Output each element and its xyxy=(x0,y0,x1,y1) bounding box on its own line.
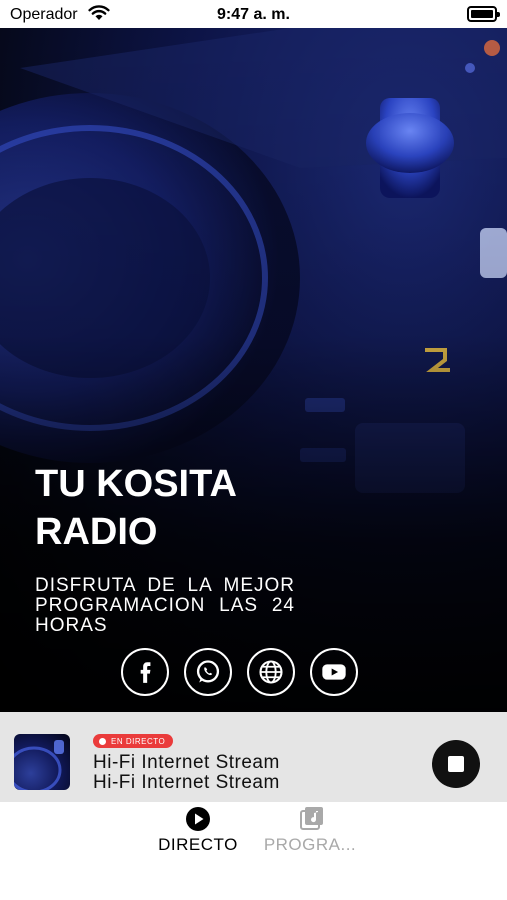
social-links xyxy=(121,648,361,698)
status-time: 9:47 a. m. xyxy=(217,6,290,23)
youtube-button[interactable] xyxy=(310,648,358,696)
hero-banner: TU KOSITA RADIO DISFRUTA DE LA MEJOR PRO… xyxy=(0,28,507,712)
facebook-icon xyxy=(140,662,151,683)
live-label: EN DIRECTO xyxy=(111,736,166,746)
status-bar: Operador 9:47 a. m. xyxy=(0,0,507,28)
music-note-icon xyxy=(300,807,323,830)
track-title: Hi-Fi Internet Stream xyxy=(93,752,280,773)
tab-programacion[interactable]: PROGRA... xyxy=(258,802,362,862)
tab-directo[interactable]: DIRECTO xyxy=(148,802,248,862)
station-description: DISFRUTA DE LA MEJOR PROGRAMACION LAS 24… xyxy=(35,575,295,636)
now-playing-bar[interactable]: EN DIRECTO Hi-Fi Internet Stream Hi-Fi I… xyxy=(0,712,507,802)
battery-icon xyxy=(467,6,500,22)
tab-bar: DIRECTO PROGRA... xyxy=(0,802,507,900)
whatsapp-icon xyxy=(196,660,220,683)
whatsapp-button[interactable] xyxy=(184,648,232,696)
stop-button[interactable] xyxy=(432,740,480,788)
station-title: TU KOSITA RADIO xyxy=(35,463,236,553)
tab-directo-label: DIRECTO xyxy=(158,835,238,854)
play-circle-icon xyxy=(186,807,210,831)
globe-icon xyxy=(259,660,283,684)
facebook-button[interactable] xyxy=(121,648,169,696)
tab-programacion-label: PROGRA... xyxy=(263,835,357,854)
stop-icon xyxy=(448,756,464,772)
album-cover xyxy=(14,734,70,790)
live-dot-icon xyxy=(99,737,106,745)
live-badge: EN DIRECTO xyxy=(93,734,174,748)
track-subtitle: Hi-Fi Internet Stream xyxy=(93,772,280,793)
website-button[interactable] xyxy=(247,648,295,696)
youtube-icon xyxy=(322,664,346,680)
